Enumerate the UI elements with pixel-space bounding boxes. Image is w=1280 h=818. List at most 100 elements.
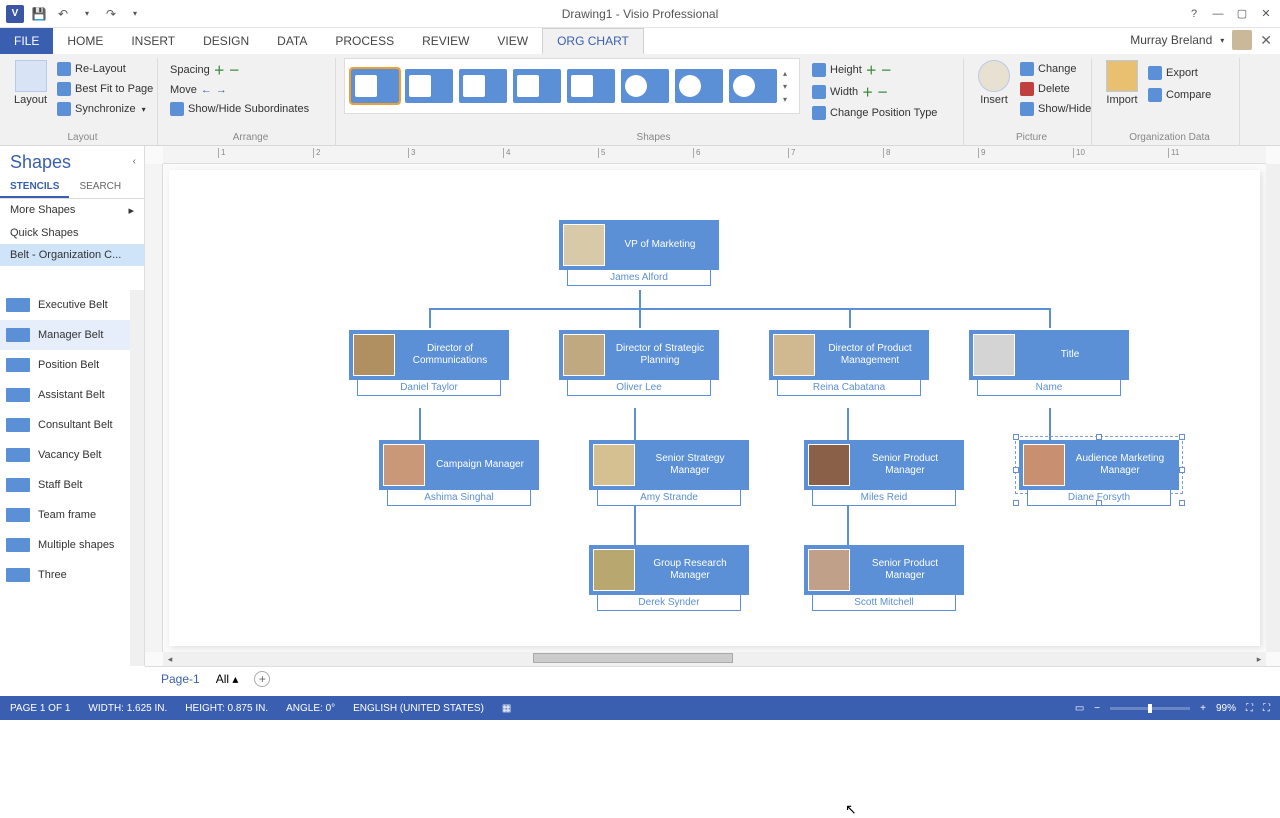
quick-shapes-link[interactable]: Quick Shapes xyxy=(0,222,144,244)
collapse-shapes-icon[interactable]: ‹ xyxy=(133,156,136,167)
drawing-canvas[interactable]: 1 2 3 4 5 6 7 8 9 10 11 VP of Marketing … xyxy=(145,146,1280,666)
stencils-tab[interactable]: STENCILS xyxy=(0,177,69,198)
help-icon[interactable]: ? xyxy=(1184,5,1204,23)
zoom-in-icon[interactable]: + xyxy=(1200,703,1206,714)
shape-style-6[interactable] xyxy=(621,69,669,103)
pages-all[interactable]: All ▴ xyxy=(216,672,239,686)
title-bar: V 💾 ↶ ▾ ↷ ▾ Drawing1 - Visio Professiona… xyxy=(0,0,1280,28)
import-button[interactable]: Import xyxy=(1100,58,1144,108)
layout-button[interactable]: Layout xyxy=(8,58,53,108)
stencil-consultant-belt[interactable]: Consultant Belt xyxy=(0,410,130,440)
best-fit-button[interactable]: Best Fit to Page xyxy=(53,80,157,98)
more-shapes-link[interactable]: More Shapes▸ xyxy=(0,199,144,222)
current-stencil[interactable]: Belt - Organization C... xyxy=(0,244,144,266)
account-dropdown-icon[interactable]: ▾ xyxy=(1220,36,1224,45)
stencil-position-belt[interactable]: Position Belt xyxy=(0,350,130,380)
zoom-out-icon[interactable]: − xyxy=(1094,703,1100,714)
node-group-research[interactable]: Group Research Manager Derek Synder xyxy=(589,545,749,612)
stencil-executive-belt[interactable]: Executive Belt xyxy=(0,290,130,320)
node-audience-marketing[interactable]: Audience Marketing Manager Diane Forsyth xyxy=(1019,440,1179,507)
redo-icon[interactable]: ↷ xyxy=(102,5,120,23)
account-name[interactable]: Murray Breland xyxy=(1130,33,1212,47)
page-tab-1[interactable]: Page-1 xyxy=(161,672,200,686)
qat-customize-icon[interactable]: ▾ xyxy=(126,5,144,23)
presentation-mode-icon[interactable]: ▭ xyxy=(1075,703,1084,714)
export-button[interactable]: Export xyxy=(1144,64,1215,82)
gallery-more-icon[interactable]: ▾ xyxy=(783,95,793,104)
compare-button[interactable]: Compare xyxy=(1144,86,1215,104)
node-director-strategic[interactable]: Director of Strategic Planning Oliver Le… xyxy=(559,330,719,397)
shape-style-5[interactable] xyxy=(567,69,615,103)
shape-style-4[interactable] xyxy=(513,69,561,103)
tab-org-chart[interactable]: ORG CHART xyxy=(542,28,644,54)
change-position-type-button[interactable]: Change Position Type xyxy=(808,104,941,122)
avatar[interactable] xyxy=(1232,30,1252,50)
undo-dropdown-icon[interactable]: ▾ xyxy=(78,5,96,23)
close-icon[interactable]: ✕ xyxy=(1256,5,1276,23)
shape-style-3[interactable] xyxy=(459,69,507,103)
stencil-three[interactable]: Three xyxy=(0,560,130,590)
width-control[interactable]: Width ＋ － xyxy=(808,82,941,102)
shape-style-1[interactable] xyxy=(351,69,399,103)
node-senior-product-1[interactable]: Senior Product Manager Miles Reid xyxy=(804,440,964,507)
zoom-level[interactable]: 99% xyxy=(1216,703,1236,714)
delete-picture-button[interactable]: Delete xyxy=(1016,80,1095,98)
stencil-team-frame[interactable]: Team frame xyxy=(0,500,130,530)
node-director-communications[interactable]: Director of Communications Daniel Taylor xyxy=(349,330,509,397)
zoom-slider[interactable] xyxy=(1110,707,1190,710)
save-icon[interactable]: 💾 xyxy=(30,5,48,23)
node-senior-strategy[interactable]: Senior Strategy Manager Amy Strande xyxy=(589,440,749,507)
shapes-gallery[interactable]: ▴ ▾ ▾ xyxy=(344,58,800,114)
fit-page-icon[interactable]: ⛶ xyxy=(1246,703,1253,714)
node-senior-product-2[interactable]: Senior Product Manager Scott Mitchell xyxy=(804,545,964,612)
node-vp-marketing[interactable]: VP of Marketing James Alford xyxy=(559,220,719,287)
height-icon xyxy=(812,63,826,77)
add-page-button[interactable]: + xyxy=(254,671,270,687)
status-language[interactable]: ENGLISH (UNITED STATES) xyxy=(353,703,484,714)
gallery-up-icon[interactable]: ▴ xyxy=(783,69,793,78)
scroll-left-icon[interactable]: ◂ xyxy=(163,654,177,665)
shape-style-2[interactable] xyxy=(405,69,453,103)
full-screen-icon[interactable]: ⛶ xyxy=(1263,703,1270,714)
relayout-button[interactable]: Re-Layout xyxy=(53,60,157,78)
change-picture-button[interactable]: Change xyxy=(1016,60,1095,78)
tab-process[interactable]: PROCESS xyxy=(321,28,408,54)
gallery-down-icon[interactable]: ▾ xyxy=(783,82,793,91)
undo-icon[interactable]: ↶ xyxy=(54,5,72,23)
node-placeholder[interactable]: Title Name xyxy=(969,330,1129,397)
drawing-page[interactable]: VP of Marketing James Alford Director of… xyxy=(169,170,1260,646)
maximize-icon[interactable]: ▢ xyxy=(1232,5,1252,23)
synchronize-button[interactable]: Synchronize▾ xyxy=(53,100,157,118)
minimize-icon[interactable]: — xyxy=(1208,5,1228,23)
stencil-multiple-shapes[interactable]: Multiple shapes xyxy=(0,530,130,560)
show-hide-subordinates-button[interactable]: Show/Hide Subordinates xyxy=(166,100,313,118)
tab-file[interactable]: FILE xyxy=(0,28,53,54)
move-button[interactable]: Move ← → xyxy=(166,82,231,98)
scroll-thumb[interactable] xyxy=(533,653,733,663)
stencil-vacancy-belt[interactable]: Vacancy Belt xyxy=(0,440,130,470)
stencil-staff-belt[interactable]: Staff Belt xyxy=(0,470,130,500)
scroll-right-icon[interactable]: ▸ xyxy=(1252,654,1266,665)
vertical-scrollbar[interactable] xyxy=(1266,164,1280,652)
spacing-button[interactable]: Spacing ＋ － xyxy=(166,60,244,80)
tab-insert[interactable]: INSERT xyxy=(117,28,189,54)
macro-record-icon[interactable]: ▦ xyxy=(502,703,511,714)
height-control[interactable]: Height ＋ － xyxy=(808,60,941,80)
tab-review[interactable]: REVIEW xyxy=(408,28,483,54)
tab-data[interactable]: DATA xyxy=(263,28,321,54)
search-tab[interactable]: SEARCH xyxy=(69,177,131,198)
stencil-assistant-belt[interactable]: Assistant Belt xyxy=(0,380,130,410)
tab-view[interactable]: VIEW xyxy=(483,28,542,54)
shape-style-7[interactable] xyxy=(675,69,723,103)
show-hide-picture-button[interactable]: Show/Hide xyxy=(1016,100,1095,118)
shape-style-8[interactable] xyxy=(729,69,777,103)
pane-close-icon[interactable]: ✕ xyxy=(1260,32,1272,49)
tab-design[interactable]: DESIGN xyxy=(189,28,263,54)
node-campaign-manager[interactable]: Campaign Manager Ashima Singhal xyxy=(379,440,539,507)
horizontal-scrollbar[interactable]: ◂ ▸ xyxy=(163,652,1266,666)
insert-picture-button[interactable]: Insert xyxy=(972,58,1016,108)
stencil-manager-belt[interactable]: Manager Belt xyxy=(0,320,130,350)
stencil-scrollbar[interactable] xyxy=(130,290,144,666)
node-director-product[interactable]: Director of Product Management Reina Cab… xyxy=(769,330,929,397)
tab-home[interactable]: HOME xyxy=(53,28,117,54)
